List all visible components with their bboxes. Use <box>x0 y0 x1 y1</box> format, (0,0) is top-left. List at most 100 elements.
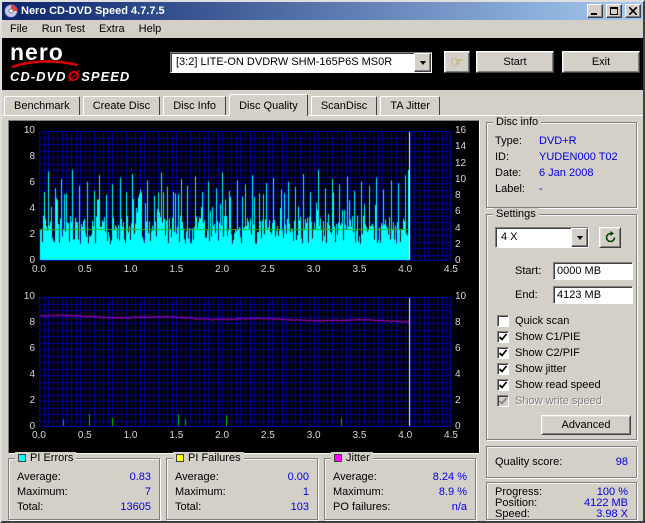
scan-speed-dropdown-button[interactable] <box>571 228 588 247</box>
menu-extra[interactable]: Extra <box>92 21 132 37</box>
pi-errors-chart <box>39 131 451 261</box>
stat-value: 0.00 <box>287 471 309 483</box>
close-button[interactable] <box>625 4 641 18</box>
axis-tick-label: 3.5 <box>352 430 367 441</box>
menu-help[interactable]: Help <box>132 21 169 37</box>
hand-icon: ☞ <box>450 54 464 71</box>
stat-value: 0.83 <box>129 471 151 483</box>
axis-tick-label: 2 <box>455 238 461 250</box>
check-icon <box>498 397 508 405</box>
axis-tick-label: 1.0 <box>123 264 138 275</box>
tab-strip: Benchmark Create Disc Disc Info Disc Qua… <box>2 90 643 116</box>
app-icon <box>4 4 18 18</box>
checkbox-box[interactable] <box>497 379 509 391</box>
minimize-button[interactable] <box>587 4 603 18</box>
pi-errors-swatch-icon <box>18 454 26 462</box>
disc-type-row: Type: DVD+R <box>495 135 628 147</box>
check-icon <box>498 349 508 357</box>
jitter-caption: Jitter <box>331 452 373 464</box>
pi-failures-caption: PI Failures <box>173 452 244 464</box>
drive-select-dropdown-button[interactable] <box>414 53 431 72</box>
progress-group: Progress: 100 % Position: 4122 MB Speed:… <box>486 482 637 520</box>
titlebar: Nero CD-DVD Speed 4.7.7.5 <box>2 2 643 20</box>
checkbox-box[interactable] <box>497 315 509 327</box>
tab-scandisc[interactable]: ScanDisc <box>310 96 378 115</box>
refresh-button[interactable] <box>599 227 621 248</box>
axis-tick-label: 4.0 <box>398 264 413 275</box>
eject-disc-button[interactable]: ☞ <box>444 51 470 73</box>
jitter-title: Jitter <box>346 452 370 464</box>
checkbox-label: Quick scan <box>515 315 570 327</box>
stat-value: 8.24 % <box>432 471 467 483</box>
checkbox-show-read-speed[interactable]: Show read speed <box>497 378 630 392</box>
checkbox-show-write-speed[interactable]: Show write speed <box>497 394 630 408</box>
axis-tick-label: 3.0 <box>306 264 321 275</box>
stat-value: 8.9 % <box>438 486 467 498</box>
disc-date-value: 6 Jan 2008 <box>539 167 594 179</box>
checkbox-box[interactable] <box>497 395 509 407</box>
stat-label: Maximum: <box>175 486 226 498</box>
end-position-label: End: <box>515 289 538 301</box>
tab-create-disc[interactable]: Create Disc <box>82 96 161 115</box>
disc-label-value: - <box>539 183 543 195</box>
chevron-down-icon <box>576 236 583 243</box>
jitter-swatch-icon <box>334 454 342 462</box>
drive-select[interactable]: [3:2] LITE-ON DVDRW SHM-165P6S MS0R <box>170 52 432 73</box>
checkbox-box[interactable] <box>497 331 509 343</box>
advanced-button[interactable]: Advanced <box>541 415 631 435</box>
stat-row: Average: 0.83 <box>17 471 151 483</box>
stat-value: 7 <box>144 486 151 498</box>
drive-select-value: [3:2] LITE-ON DVDRW SHM-165P6S MS0R <box>176 56 393 68</box>
nero-logo: nero CD-DVDØSPEED <box>10 40 165 88</box>
checkbox-show-c2-pif[interactable]: Show C2/PIF <box>497 346 630 360</box>
checkbox-show-c1-pie[interactable]: Show C1/PIE <box>497 330 630 344</box>
exit-button[interactable]: Exit <box>562 51 640 73</box>
stat-label: Total: <box>17 501 44 513</box>
checkbox-quick-scan[interactable]: Quick scan <box>497 314 630 328</box>
stat-value: 1 <box>302 486 309 498</box>
checkbox-label: Show C2/PIF <box>515 347 580 359</box>
axis-tick-label: 6 <box>29 177 35 188</box>
pi-failures-stats-group: PI Failures Average: 0.00 Maximum: 1 Tot… <box>166 452 318 520</box>
checkbox-label: Show read speed <box>515 379 601 391</box>
end-position-input[interactable] <box>553 286 633 304</box>
checkbox-label: Show C1/PIE <box>515 331 581 343</box>
tab-disc-info[interactable]: Disc Info <box>163 96 227 115</box>
speed-value: 3.98 X <box>596 508 628 520</box>
axis-tick-label: 8 <box>29 317 35 328</box>
checkbox-show-jitter[interactable]: Show jitter <box>497 362 630 376</box>
checkbox-box[interactable] <box>497 363 509 375</box>
stat-value: 13605 <box>120 501 151 513</box>
stat-label: Total: <box>175 501 202 513</box>
menu-file[interactable]: File <box>3 21 35 37</box>
axis-tick-label: 2 <box>455 395 461 406</box>
axis-tick-label: 6 <box>455 206 461 218</box>
axis-tick-label: 4.5 <box>444 430 458 441</box>
axis-tick-label: 0.5 <box>77 264 92 275</box>
start-position-input[interactable] <box>553 262 633 280</box>
stat-label: Maximum: <box>17 486 68 498</box>
axis-tick-label: 0 <box>455 421 461 432</box>
tab-disc-quality[interactable]: Disc Quality <box>229 94 308 116</box>
tab-ta-jitter[interactable]: TA Jitter <box>380 96 440 115</box>
tab-benchmark[interactable]: Benchmark <box>4 96 80 115</box>
axis-tick-label: 10 <box>23 125 35 136</box>
jitter-stats-group: Jitter Average: 8.24 % Maximum: 8.9 % PO… <box>324 452 476 520</box>
scan-speed-select[interactable]: 4 X <box>495 227 589 248</box>
axis-tick-label: 2.5 <box>260 430 275 441</box>
check-icon <box>498 365 508 373</box>
quality-chart-panel: 0 2 4 6 8 10 0 2 4 6 8 10 12 14 16 0.0 0.5 1.0 1.5 2.0 2.5 3.… <box>8 120 480 454</box>
settings-caption: Settings <box>493 208 539 220</box>
maximize-button[interactable] <box>606 4 622 18</box>
menu-run-test[interactable]: Run Test <box>35 21 92 37</box>
axis-tick-label: 10 <box>455 173 467 185</box>
axis-tick-label: 10 <box>23 291 35 302</box>
close-icon <box>629 7 637 15</box>
disc-info-caption: Disc info <box>493 116 542 128</box>
checkbox-box[interactable] <box>497 347 509 359</box>
start-button[interactable]: Start <box>476 51 554 73</box>
axis-tick-label: 12 <box>455 157 467 169</box>
disc-label-row: Label: - <box>495 183 628 195</box>
stat-label: PO failures: <box>333 501 391 513</box>
quality-score-group: Quality score: 98 <box>486 446 637 478</box>
